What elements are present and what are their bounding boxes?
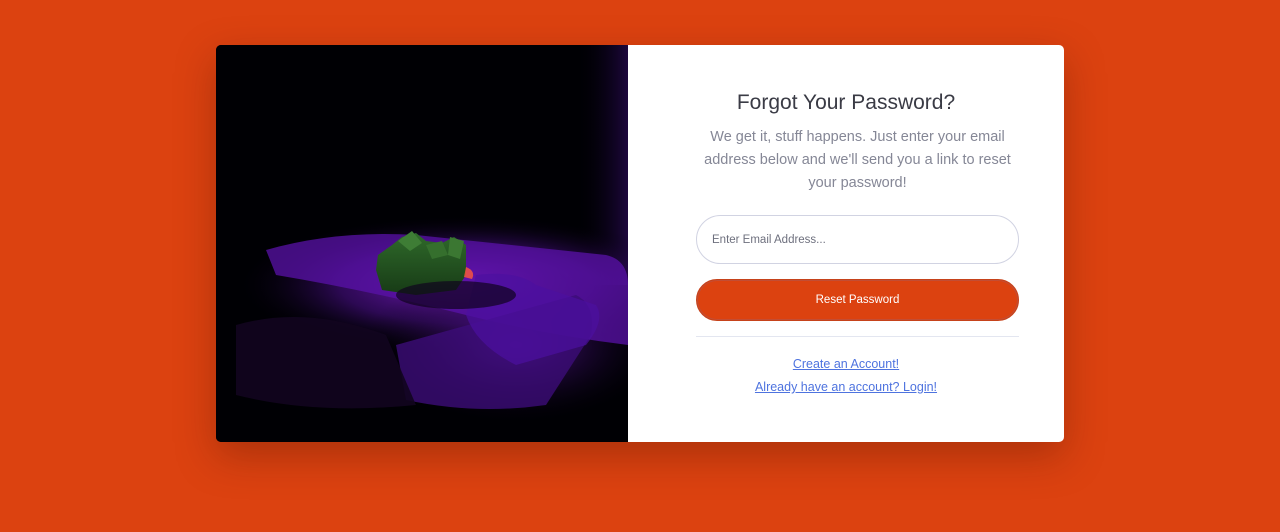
keyboard-photo xyxy=(216,45,628,442)
create-account-link[interactable]: Create an Account! xyxy=(628,357,1064,371)
forgot-password-card: Forgot Your Password? We get it, stuff h… xyxy=(216,45,1064,442)
form-panel: Forgot Your Password? We get it, stuff h… xyxy=(628,45,1064,442)
divider xyxy=(696,336,1019,337)
page-subtitle: We get it, stuff happens. Just enter you… xyxy=(704,129,1011,191)
keyboard-key-photo-icon xyxy=(216,45,628,442)
reset-password-button[interactable]: Reset Password xyxy=(696,279,1019,321)
login-link[interactable]: Already have an account? Login! xyxy=(628,380,1064,394)
page-title: Forgot Your Password? xyxy=(736,91,956,114)
email-field[interactable] xyxy=(696,215,1019,264)
